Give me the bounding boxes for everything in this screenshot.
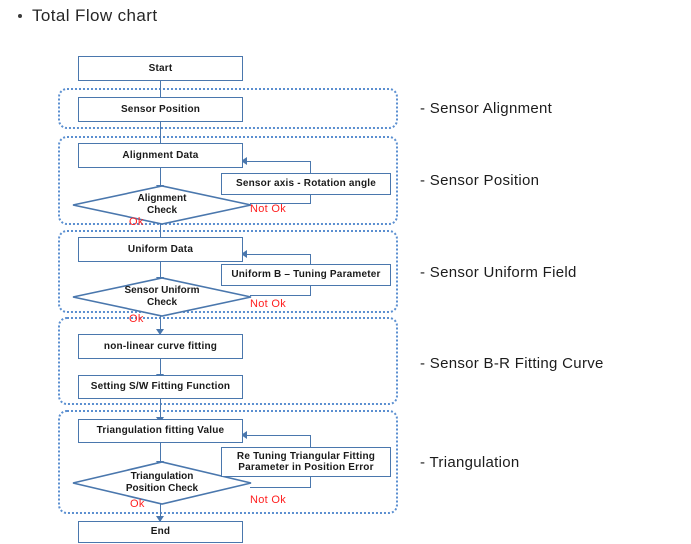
stage-caption-sensor-br-fitting-curve: - Sensor B-R Fitting Curve bbox=[420, 355, 604, 372]
branch-label-uniform-not-ok: Not Ok bbox=[250, 298, 287, 310]
node-end[interactable]: End bbox=[78, 521, 243, 543]
node-non-linear-curve-fitting[interactable]: non-linear curve fitting bbox=[78, 334, 243, 359]
node-alignment-data[interactable]: Alignment Data bbox=[78, 143, 243, 168]
branch-label-triangulation-ok: Ok bbox=[130, 498, 145, 510]
connector-uniform-notok-right bbox=[250, 295, 311, 296]
connector-sensorbox-to-alignment-data bbox=[243, 161, 311, 162]
page-title: Total Flow chart bbox=[18, 6, 157, 26]
stage-caption-sensor-position: - Sensor Position bbox=[420, 172, 540, 189]
slide-canvas: Total Flow chart Alignment Check Sensor … bbox=[0, 0, 691, 544]
branch-label-triangulation-not-ok: Not Ok bbox=[250, 494, 287, 506]
page-title-text: Total Flow chart bbox=[32, 6, 158, 25]
node-sensor-position[interactable]: Sensor Position bbox=[78, 97, 243, 122]
node-sensor-axis-rotation-angle[interactable]: Sensor axis - Rotation angle bbox=[221, 173, 391, 195]
branch-label-alignment-not-ok: Not Ok bbox=[250, 203, 287, 215]
connector-triangulation-notok-right bbox=[250, 487, 311, 488]
connector-uniformbox-to-uniform-data bbox=[243, 254, 311, 255]
connector-retuning-to-triangulation-value bbox=[243, 435, 311, 436]
node-uniform-data[interactable]: Uniform Data bbox=[78, 237, 243, 262]
node-start[interactable]: Start bbox=[78, 56, 243, 81]
connector-start-to-sensor-position bbox=[160, 80, 161, 98]
branch-label-uniform-ok: Ok bbox=[129, 313, 144, 325]
node-re-tuning-triangular-fitting-parameter[interactable]: Re Tuning Triangular Fitting Parameter i… bbox=[221, 447, 391, 477]
branch-label-alignment-ok: Ok bbox=[129, 216, 144, 228]
bullet-dot-icon bbox=[18, 14, 22, 18]
node-setting-sw-fitting-function[interactable]: Setting S/W Fitting Function bbox=[78, 375, 243, 399]
stage-caption-sensor-uniform-field: - Sensor Uniform Field bbox=[420, 264, 577, 281]
connector-alignment-data-to-alignment-check bbox=[160, 167, 161, 187]
node-re-tuning-line1: Re Tuning Triangular Fitting bbox=[236, 450, 376, 462]
node-triangulation-fitting-value[interactable]: Triangulation fitting Value bbox=[78, 419, 243, 443]
node-uniform-b-tuning-parameter[interactable]: Uniform B – Tuning Parameter bbox=[221, 264, 391, 286]
stage-caption-triangulation: - Triangulation bbox=[420, 454, 520, 471]
stage-caption-sensor-alignment: - Sensor Alignment bbox=[420, 100, 553, 117]
node-re-tuning-line2: Parameter in Position Error bbox=[238, 462, 374, 473]
